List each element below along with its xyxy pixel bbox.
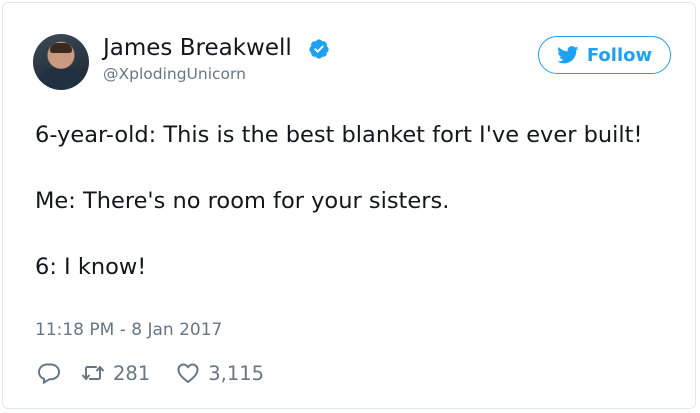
twitter-bird-icon [557, 46, 579, 64]
reply-button[interactable] [37, 361, 61, 385]
tweet-actions: 281 3,115 [37, 359, 264, 387]
follow-button[interactable]: Follow [538, 36, 671, 74]
verified-badge-icon [309, 39, 329, 59]
retweet-count: 281 [113, 361, 151, 385]
user-name[interactable]: James Breakwell [103, 35, 292, 61]
user-handle[interactable]: @XplodingUnicorn [103, 65, 246, 83]
like-button[interactable]: 3,115 [176, 361, 264, 385]
reply-icon [37, 363, 61, 385]
retweet-button[interactable]: 281 [81, 361, 150, 385]
retweet-icon [82, 366, 104, 380]
heart-icon [177, 363, 199, 383]
tweet-timestamp[interactable]: 11:18 PM - 8 Jan 2017 [35, 320, 222, 340]
avatar[interactable] [33, 34, 89, 90]
tweet-line: Me: There's no room for your sisters. [35, 188, 450, 214]
tweet-card: James Breakwell @XplodingUnicorn Follow … [2, 2, 696, 409]
tweet-line: 6-year-old: This is the best blanket for… [35, 122, 643, 148]
like-count: 3,115 [208, 361, 265, 385]
tweet-text: 6-year-old: This is the best blanket for… [35, 119, 655, 284]
follow-label: Follow [586, 44, 653, 66]
tweet-line: 6: I know! [35, 254, 147, 280]
